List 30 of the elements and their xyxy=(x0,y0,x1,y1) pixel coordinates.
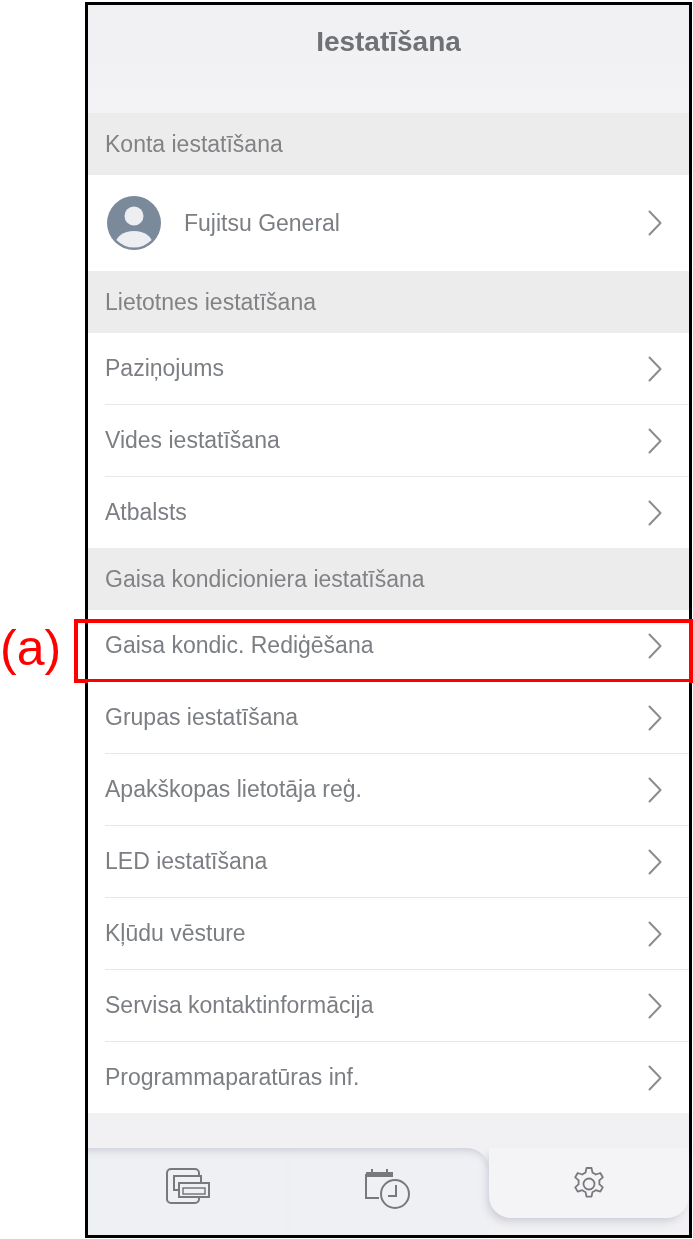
screen-title: Iestatīšana xyxy=(316,26,461,58)
avatar-icon xyxy=(107,196,161,250)
chevron-icon xyxy=(648,776,662,803)
chevron-icon xyxy=(648,632,662,659)
menu-item[interactable]: Kļūdu vēsture xyxy=(88,898,689,969)
chevron-icon xyxy=(648,704,662,731)
chevron-icon xyxy=(648,355,662,382)
calendar-clock-icon xyxy=(365,1168,412,1210)
menu-item[interactable]: Programmaparatūras inf. xyxy=(88,1042,689,1113)
menu-item[interactable]: Grupas iestatīšana xyxy=(88,682,689,753)
chevron-icon xyxy=(648,210,662,236)
account-row[interactable]: Fujitsu General xyxy=(88,175,689,271)
menu-item[interactable]: Gaisa kondic. Rediģēšana xyxy=(88,610,689,681)
section-heading: Konta iestatīšana xyxy=(88,113,689,175)
section-heading: Lietotnes iestatīšana xyxy=(88,271,689,333)
chevron-icon xyxy=(648,499,662,526)
chevron-icon xyxy=(648,992,662,1019)
chevron-icon xyxy=(648,848,662,875)
menu-item[interactable]: Apakškopas lietotāja reģ. xyxy=(88,754,689,825)
menu-item[interactable]: Servisa kontaktinformācija xyxy=(88,970,689,1041)
menu-item[interactable]: Vides iestatīšana xyxy=(88,405,689,476)
section-heading: Gaisa kondicioniera iestatīšana xyxy=(88,548,689,610)
stacked-windows-icon xyxy=(166,1168,211,1204)
chevron-icon xyxy=(648,427,662,454)
chevron-icon xyxy=(648,1064,662,1091)
chevron-icon xyxy=(648,920,662,947)
menu-item[interactable]: LED iestatīšana xyxy=(88,826,689,897)
menu-item[interactable]: Paziņojums xyxy=(88,333,689,404)
menu-item[interactable]: Atbalsts xyxy=(88,477,689,548)
callout-label: (a) xyxy=(0,619,62,678)
